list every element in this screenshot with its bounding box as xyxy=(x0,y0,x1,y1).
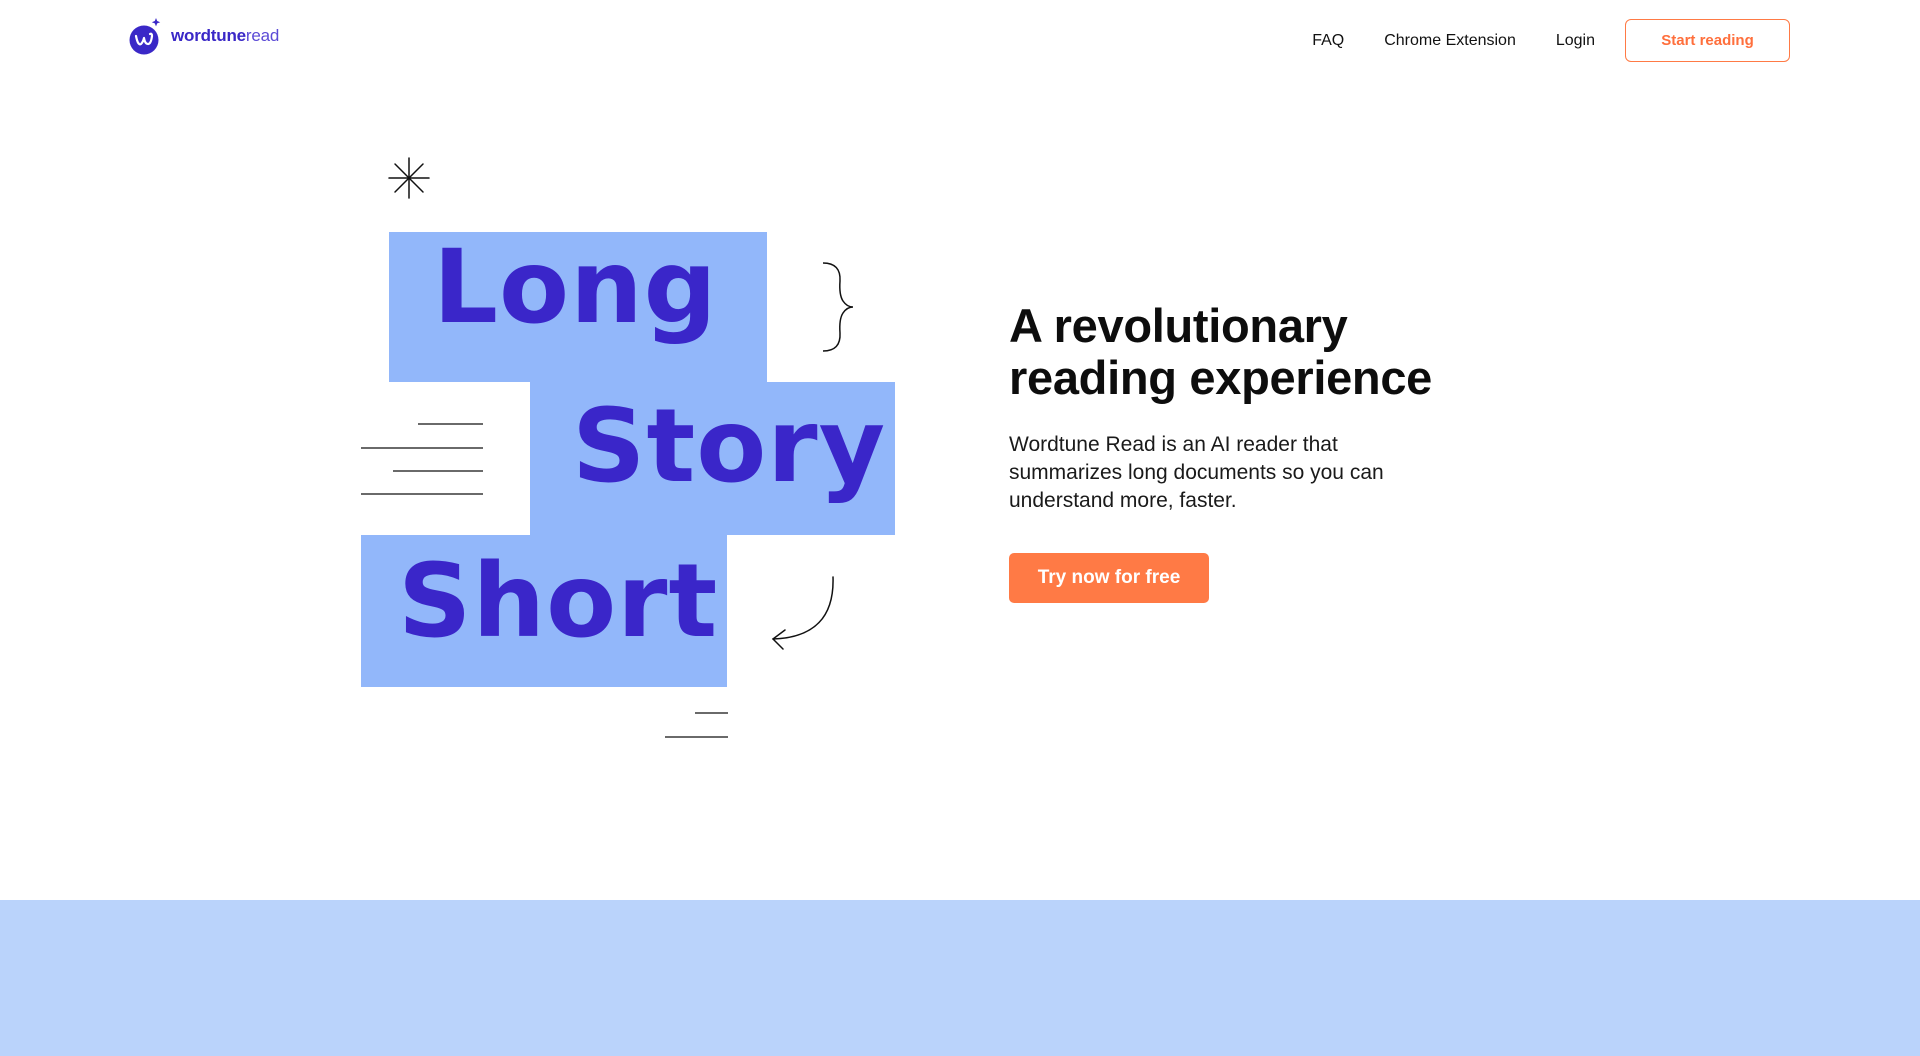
hero-title: A revolutionary reading experience xyxy=(1009,300,1489,404)
nav-faq-link[interactable]: FAQ xyxy=(1312,32,1344,50)
main-nav: FAQ Chrome Extension Login Start reading xyxy=(1312,19,1790,62)
wordtune-read-logo[interactable]: wordtuneread xyxy=(129,16,279,56)
site-header: wordtuneread FAQ Chrome Extension Login … xyxy=(0,0,1920,80)
long-story-short-illustration: Long Story Short xyxy=(355,150,915,750)
landing-page: wordtuneread FAQ Chrome Extension Login … xyxy=(0,0,1920,1056)
illustration-word-story: Story xyxy=(572,387,887,506)
text-lines-left xyxy=(361,423,483,495)
next-section-band xyxy=(0,900,1920,1056)
illustration-word-long: Long xyxy=(433,228,718,347)
try-now-button[interactable]: Try now for free xyxy=(1009,553,1209,603)
sparkle-asterisk-icon xyxy=(388,157,430,199)
start-reading-button[interactable]: Start reading xyxy=(1625,19,1790,62)
logo-product: read xyxy=(245,26,280,45)
wordtune-logo-icon xyxy=(129,18,161,55)
curly-brace-icon xyxy=(822,262,854,352)
hero-subtitle: Wordtune Read is an AI reader that summa… xyxy=(1009,433,1384,512)
hero-title-line-1: A revolutionary xyxy=(1009,299,1348,352)
illustration-word-short: Short xyxy=(398,542,719,661)
nav-chrome-extension-link[interactable]: Chrome Extension xyxy=(1384,32,1516,50)
text-lines-bottom xyxy=(665,712,728,738)
nav-login-link[interactable]: Login xyxy=(1556,32,1595,50)
logo-brand: wordtune xyxy=(171,26,246,45)
hero-title-line-2: reading experience xyxy=(1009,351,1433,404)
logo-wordmark: wordtuneread xyxy=(171,26,279,46)
curved-arrow-icon xyxy=(771,576,834,650)
hero-content: A revolutionary reading experience Wordt… xyxy=(1009,300,1489,603)
